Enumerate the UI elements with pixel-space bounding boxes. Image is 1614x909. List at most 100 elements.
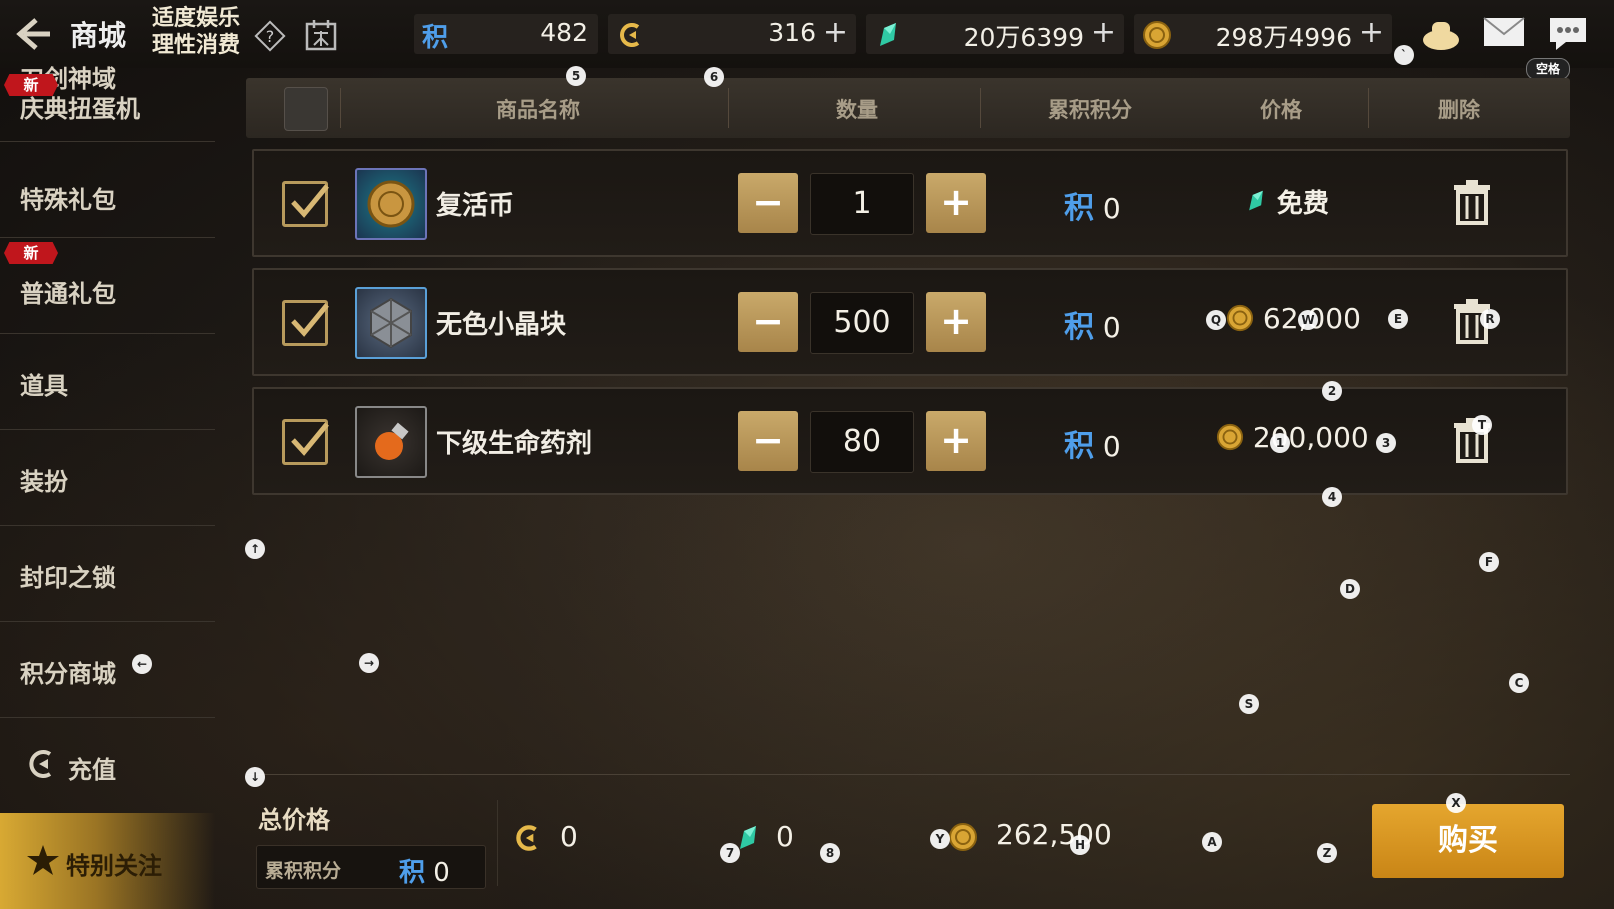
gold-coin-icon: [1226, 304, 1254, 332]
gold-total: 262,500: [996, 818, 1112, 851]
sidebar-item-label: 封印之锁: [20, 564, 116, 592]
sidebar-item-recharge[interactable]: 充值: [0, 718, 215, 813]
header-divider: [340, 88, 341, 128]
sidebar-item-label: 积分商城: [20, 660, 116, 688]
sidebar-item-label: 道具: [20, 372, 68, 400]
sidebar-label-line-2: 庆典扭蛋机: [20, 95, 140, 123]
crystal-currency: 20万6399 +: [866, 14, 1124, 54]
coupon-currency: 316 +: [608, 14, 856, 54]
points-value: 0: [1102, 192, 1121, 225]
key-hint: Q: [1206, 310, 1226, 330]
key-hint: ↑: [245, 539, 265, 559]
header-divider: [1368, 88, 1369, 128]
points-currency: 积 482: [414, 14, 598, 54]
key-hint: →: [359, 653, 379, 673]
key-hint: X: [1446, 793, 1466, 813]
points-value: 0: [1102, 311, 1121, 344]
svg-text:?: ?: [266, 27, 275, 46]
decrease-quantity-button[interactable]: −: [738, 411, 798, 471]
coupon-icon: [516, 825, 537, 851]
item-points: 积 0: [1064, 302, 1121, 346]
gold-value: 298万4996: [1215, 23, 1352, 52]
quantity-field[interactable]: 500: [810, 292, 914, 354]
help-icon[interactable]: ?: [254, 20, 286, 52]
coupon-value: 316: [768, 18, 816, 47]
sidebar-item-label: 装扮: [20, 468, 68, 496]
header-price: 价格: [1260, 98, 1302, 122]
footer-separator: [497, 800, 498, 886]
motto-line-1: 适度娱乐: [152, 6, 241, 31]
item-name: 复活币: [436, 191, 515, 221]
bag-icon[interactable]: [1420, 14, 1462, 54]
crystal-block-icon: [370, 297, 412, 349]
row-checkbox[interactable]: [282, 300, 329, 346]
sidebar-item-seal-lock[interactable]: 封印之锁: [0, 526, 215, 622]
points-icon: 积: [399, 858, 426, 888]
sidebar-item-items[interactable]: 道具: [0, 334, 215, 430]
row-checkbox[interactable]: [282, 181, 329, 227]
star-icon: [27, 845, 59, 875]
key-hint: 5: [566, 66, 586, 86]
sidebar-item-points-shop[interactable]: 积分商城: [0, 622, 215, 718]
checkmark-icon: [291, 184, 329, 218]
key-hint: W: [1298, 310, 1318, 330]
key-hint: 8: [820, 843, 840, 863]
decrease-quantity-button[interactable]: −: [738, 292, 798, 352]
sidebar-item-special-pack[interactable]: 新 特殊礼包: [0, 74, 215, 238]
sidebar-item-favorites[interactable]: 特别关注: [0, 813, 215, 909]
calendar-icon[interactable]: [304, 18, 338, 52]
quantity-field[interactable]: 1: [810, 173, 914, 235]
increase-quantity-button[interactable]: +: [926, 173, 986, 233]
item-points: 积 0: [1064, 183, 1121, 227]
sidebar-item-label: 特殊礼包: [20, 186, 116, 214]
key-hint: ↓: [245, 767, 265, 787]
gold-coin-icon: [1143, 21, 1171, 49]
key-hint: Y: [930, 829, 950, 849]
key-hint: C: [1509, 673, 1529, 693]
key-hint: Z: [1317, 843, 1337, 863]
new-badge: 新: [4, 242, 58, 264]
sidebar: 刀剑神域 庆典扭蛋机 新 特殊礼包 新 普通礼包 道具 装扮 封印之锁 积分商城…: [0, 65, 215, 909]
footer-divider: [246, 774, 1570, 775]
crystal-value: 20万6399: [963, 23, 1084, 52]
revive-coin-icon: [367, 180, 415, 228]
item-thumbnail: [355, 406, 427, 478]
crystal-total: 0: [776, 820, 794, 853]
back-arrow-icon[interactable]: [14, 14, 54, 54]
decrease-quantity-button[interactable]: −: [738, 173, 798, 233]
buy-button[interactable]: 购买: [1372, 804, 1564, 878]
increase-quantity-button[interactable]: +: [926, 411, 986, 471]
quantity-field[interactable]: 80: [810, 411, 914, 473]
mail-icon[interactable]: [1482, 14, 1526, 50]
cart-row: 下级生命药剂 − 80 + 积 0 200,000: [252, 387, 1568, 495]
select-all-checkbox[interactable]: [284, 87, 328, 131]
checkmark-icon: [291, 422, 329, 456]
sidebar-item-normal-pack[interactable]: 新 普通礼包: [0, 238, 215, 334]
chat-icon[interactable]: [1546, 14, 1590, 54]
page-title: 商城: [70, 19, 127, 52]
gold-add-button[interactable]: +: [1359, 15, 1384, 50]
key-hint: D: [1340, 579, 1360, 599]
row-checkbox[interactable]: [282, 419, 329, 465]
checkmark-icon: [291, 303, 329, 337]
header-delete: 删除: [1438, 98, 1480, 122]
sidebar-item-outfits[interactable]: 装扮: [0, 430, 215, 526]
gold-coin-icon: [949, 823, 977, 851]
space-key-hint: 空格: [1526, 58, 1570, 80]
key-hint: R: [1480, 309, 1500, 329]
crystal-add-button[interactable]: +: [1091, 15, 1116, 50]
points-value: 482: [540, 18, 588, 47]
key-hint: 6: [704, 67, 724, 87]
new-badge: 新: [4, 74, 58, 96]
accumulated-points-box: 累积积分 积 0: [256, 845, 486, 889]
trash-icon[interactable]: [1452, 179, 1492, 225]
coupon-add-button[interactable]: +: [823, 15, 848, 50]
accumulated-points-value: 积 0: [399, 852, 450, 889]
increase-quantity-button[interactable]: +: [926, 292, 986, 352]
header-quantity: 数量: [836, 98, 878, 122]
gold-coin-icon: [1216, 423, 1244, 451]
gold-currency: 298万4996 +: [1134, 14, 1392, 54]
item-name: 下级生命药剂: [436, 429, 593, 459]
points-number: 0: [433, 858, 450, 888]
header-divider: [980, 88, 981, 128]
